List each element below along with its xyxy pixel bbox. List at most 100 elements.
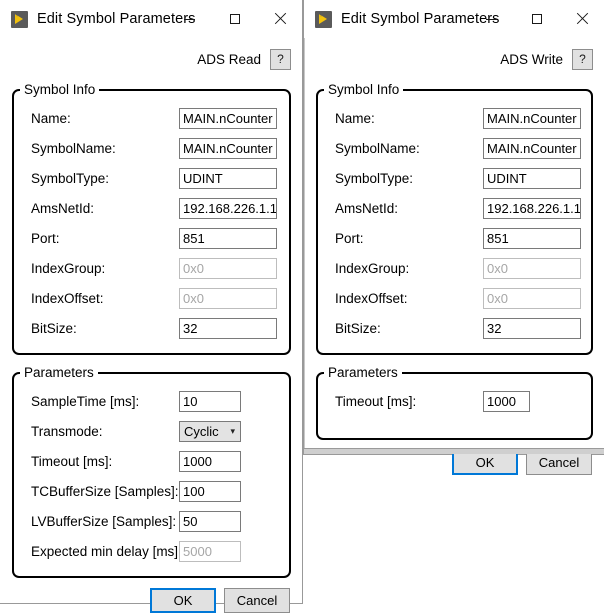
field-row-expected-min-delay: Expected min delay [ms]: 5000 <box>14 536 289 566</box>
maximize-icon <box>531 14 542 24</box>
field-row-amsnetid: AmsNetId: 192.168.226.1.1.1 <box>14 193 289 223</box>
field-row-name: Name: MAIN.nCounter <box>14 103 289 133</box>
label-symbolname: SymbolName: <box>31 140 116 156</box>
edit-symbol-parameters-write-window: + Edit Symbol Parameters ADS Write ? Sym… <box>303 0 604 475</box>
parameters-rows: Timeout [ms]: 1000 <box>318 380 591 438</box>
input-port[interactable]: 851 <box>483 227 581 249</box>
field-row-port: Port: 851 <box>14 223 289 253</box>
field-row-bitsize: BitSize: 32 <box>318 313 591 343</box>
labview-run-icon: + <box>11 10 28 28</box>
symbol-info-group: Symbol Info Name: MAIN.nCounter SymbolNa… <box>12 82 291 355</box>
label-transmode: Transmode: <box>31 423 103 439</box>
titlebar[interactable]: + Edit Symbol Parameters <box>304 0 604 38</box>
input-port[interactable]: 851 <box>179 227 277 249</box>
input-timeout[interactable]: 1000 <box>179 450 241 472</box>
maximize-icon <box>229 14 240 24</box>
mode-label: ADS Read <box>197 51 261 67</box>
minimize-button[interactable] <box>167 0 212 38</box>
parameters-group: Parameters Timeout [ms]: 1000 <box>316 365 593 440</box>
dialog-buttons: OK Cancel <box>0 588 302 613</box>
label-expected-min-delay: Expected min delay [ms]: <box>31 543 182 559</box>
label-lvbuffersize: LVBufferSize [Samples]: <box>31 513 177 529</box>
cancel-button[interactable]: Cancel <box>224 588 290 613</box>
symbol-info-legend: Symbol Info <box>24 82 96 97</box>
input-bitsize[interactable]: 32 <box>483 317 581 339</box>
input-name[interactable]: MAIN.nCounter <box>483 107 581 129</box>
label-bitsize: BitSize: <box>31 320 77 336</box>
input-symboltype[interactable]: UDINT <box>483 167 581 189</box>
symbol-info-legend: Symbol Info <box>328 82 400 97</box>
field-row-timeout: Timeout [ms]: 1000 <box>318 386 591 416</box>
input-indexgroup: 0x0 <box>179 257 277 279</box>
field-row-indexgroup: IndexGroup: 0x0 <box>318 253 591 283</box>
label-port: Port: <box>335 230 364 246</box>
field-row-sampletime: SampleTime [ms]: 10 <box>14 386 289 416</box>
input-amsnetid[interactable]: 192.168.226.1.1.1 <box>179 197 277 219</box>
select-transmode-value: Cyclic <box>184 423 219 439</box>
label-timeout: Timeout [ms]: <box>31 453 113 469</box>
field-row-indexgroup: IndexGroup: 0x0 <box>14 253 289 283</box>
input-bitsize[interactable]: 32 <box>179 317 277 339</box>
edit-symbol-parameters-read-window: + Edit Symbol Parameters ADS Read ? Symb… <box>0 0 303 613</box>
label-amsnetid: AmsNetId: <box>31 200 95 216</box>
chevron-down-icon: ▾ <box>230 425 235 436</box>
label-indexgroup: IndexGroup: <box>335 260 410 276</box>
field-row-port: Port: 851 <box>318 223 591 253</box>
minimize-button[interactable] <box>469 0 514 38</box>
close-icon <box>274 13 286 25</box>
titlebar[interactable]: + Edit Symbol Parameters <box>0 0 302 38</box>
input-sampletime[interactable]: 10 <box>179 390 241 412</box>
parameters-legend: Parameters <box>24 365 94 380</box>
label-tcbuffersize: TCBufferSize [Samples]: <box>31 483 179 499</box>
input-amsnetid[interactable]: 192.168.226.1.1.1 <box>483 197 581 219</box>
field-row-symbolname: SymbolName: MAIN.nCounter <box>14 133 289 163</box>
input-symbolname[interactable]: MAIN.nCounter <box>483 137 581 159</box>
field-row-symbolname: SymbolName: MAIN.nCounter <box>318 133 591 163</box>
input-expected-min-delay: 5000 <box>179 540 241 562</box>
label-sampletime: SampleTime [ms]: <box>31 393 140 409</box>
field-row-symboltype: SymbolType: UDINT <box>14 163 289 193</box>
symbol-info-rows: Name: MAIN.nCounter SymbolName: MAIN.nCo… <box>14 97 289 353</box>
window-bottom-edge <box>304 448 604 454</box>
label-bitsize: BitSize: <box>335 320 381 336</box>
label-timeout: Timeout [ms]: <box>335 393 417 409</box>
label-indexgroup: IndexGroup: <box>31 260 106 276</box>
label-symboltype: SymbolType: <box>31 170 110 186</box>
field-row-lvbuffersize: LVBufferSize [Samples]: 50 <box>14 506 289 536</box>
input-indexoffset: 0x0 <box>483 287 581 309</box>
label-port: Port: <box>31 230 60 246</box>
help-button[interactable]: ? <box>572 48 593 70</box>
ok-button[interactable]: OK <box>150 588 216 613</box>
label-indexoffset: IndexOffset: <box>335 290 408 306</box>
input-indexgroup: 0x0 <box>483 257 581 279</box>
input-symbolname[interactable]: MAIN.nCounter <box>179 137 277 159</box>
input-tcbuffersize[interactable]: 100 <box>179 480 241 502</box>
field-row-amsnetid: AmsNetId: 192.168.226.1.1.1 <box>318 193 591 223</box>
symbol-info-rows: Name: MAIN.nCounter SymbolName: MAIN.nCo… <box>318 97 591 353</box>
field-row-transmode: Transmode: Cyclic ▾ <box>14 416 289 446</box>
select-transmode[interactable]: Cyclic ▾ <box>179 420 241 442</box>
field-row-indexoffset: IndexOffset: 0x0 <box>14 283 289 313</box>
input-symboltype[interactable]: UDINT <box>179 167 277 189</box>
close-button[interactable] <box>559 0 604 38</box>
field-row-symboltype: SymbolType: UDINT <box>318 163 591 193</box>
field-row-bitsize: BitSize: 32 <box>14 313 289 343</box>
window-controls <box>469 0 604 38</box>
maximize-button[interactable] <box>212 0 257 38</box>
parameters-rows: SampleTime [ms]: 10 Transmode: Cyclic ▾ … <box>14 380 289 576</box>
field-row-name: Name: MAIN.nCounter <box>318 103 591 133</box>
label-indexoffset: IndexOffset: <box>31 290 104 306</box>
input-lvbuffersize[interactable]: 50 <box>179 510 241 532</box>
window-left-edge <box>304 0 305 454</box>
maximize-button[interactable] <box>514 0 559 38</box>
close-button[interactable] <box>257 0 302 38</box>
field-row-indexoffset: IndexOffset: 0x0 <box>318 283 591 313</box>
help-button[interactable]: ? <box>270 48 291 70</box>
input-name[interactable]: MAIN.nCounter <box>179 107 277 129</box>
symbol-info-group: Symbol Info Name: MAIN.nCounter SymbolNa… <box>316 82 593 355</box>
label-amsnetid: AmsNetId: <box>335 200 399 216</box>
labview-run-icon: + <box>315 10 332 28</box>
mode-row: ADS Write ? <box>304 46 604 72</box>
input-timeout[interactable]: 1000 <box>483 390 530 412</box>
input-indexoffset: 0x0 <box>179 287 277 309</box>
